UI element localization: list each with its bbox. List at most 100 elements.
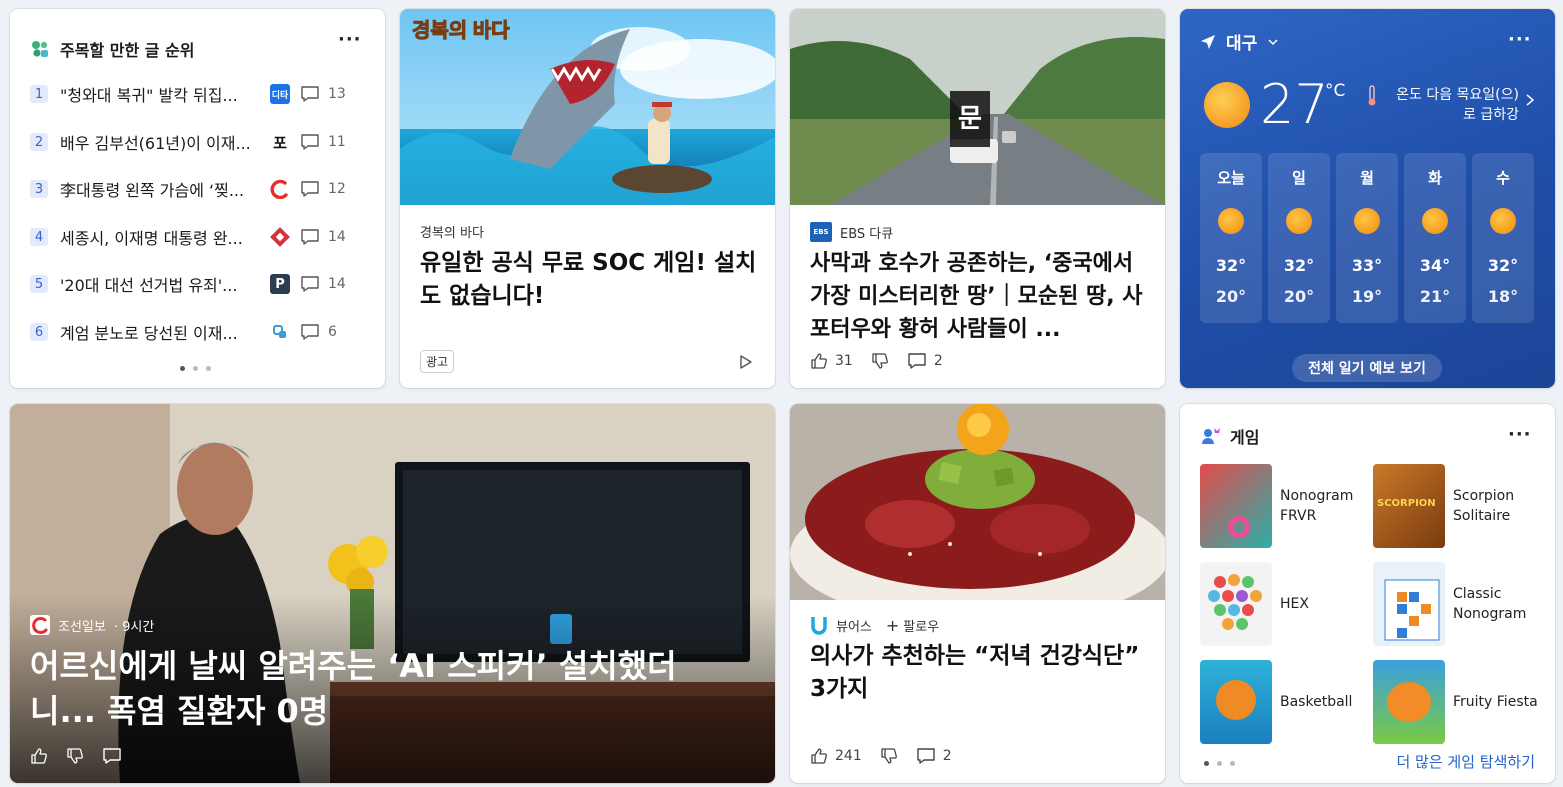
- thumbs-down-icon: [881, 748, 897, 764]
- game-tile[interactable]: Basketball: [1200, 660, 1370, 744]
- game-thumbnail: [1373, 562, 1445, 646]
- trending-item-text[interactable]: "청와대 복귀" 발칵 뒤집...: [60, 82, 258, 106]
- comment-count: 2: [933, 353, 943, 369]
- game-tile[interactable]: SCORPION Scorpion Solitaire: [1373, 464, 1543, 548]
- comment-button[interactable]: 2: [907, 352, 943, 370]
- game-tile[interactable]: HEX: [1200, 562, 1370, 646]
- rank-number: 1: [30, 85, 48, 103]
- comment-count[interactable]: 6: [300, 323, 337, 341]
- trending-menu-button[interactable]: ···: [338, 29, 362, 50]
- source-logo-icon: 디타: [270, 84, 290, 104]
- games-title: 게임: [1230, 428, 1260, 447]
- follow-label: 팔로우: [903, 619, 940, 635]
- comment-icon: [301, 276, 319, 292]
- ad-image-title: 경복의 바다: [412, 19, 510, 42]
- location-arrow-icon: [1201, 34, 1215, 49]
- follow-button[interactable]: + 팔로우: [886, 616, 939, 635]
- game-ad-image[interactable]: 경복의 바다: [400, 9, 775, 205]
- food-source-name: 뷰어스: [836, 619, 872, 635]
- forecast-day[interactable]: 화 34° 21°: [1404, 153, 1466, 323]
- food-headline[interactable]: 의사가 추천하는 “저녁 건강식단” 3가지: [810, 640, 1150, 706]
- food-source[interactable]: 뷰어스 + 팔로우: [810, 615, 939, 635]
- rank-number: 6: [30, 323, 48, 341]
- comment-count-value: 6: [328, 324, 337, 340]
- forecast-high: 33°: [1351, 256, 1383, 275]
- ebs-source[interactable]: EBS EBS 다큐: [810, 222, 893, 242]
- trending-item-text[interactable]: 李대통령 왼쪽 가슴에 ‘찢...: [60, 177, 258, 201]
- rank-number: 5: [30, 275, 48, 293]
- forecast-day[interactable]: 일 32° 20°: [1268, 153, 1330, 323]
- games-icon: [1202, 428, 1220, 444]
- big-article-source[interactable]: 조선일보 · 9시간: [30, 615, 154, 635]
- trending-pager[interactable]: [180, 366, 211, 371]
- like-button[interactable]: 31: [810, 352, 853, 370]
- thumbs-up-icon: [811, 748, 827, 764]
- comment-icon: [908, 353, 926, 369]
- road-image[interactable]: 문: [790, 9, 1165, 205]
- ebs-article-card[interactable]: 문 EBS EBS 다큐 사막과 호수가 공존하는, ‘중국에서 가장 미스터리…: [790, 9, 1165, 388]
- trending-item[interactable]: 1 "청와대 복귀" 발칵 뒤집... 디타 13: [30, 80, 365, 108]
- ad-play-icon[interactable]: [738, 354, 754, 370]
- comment-icon: [917, 748, 935, 764]
- food-reactions: 241 2: [810, 747, 952, 765]
- ebs-headline[interactable]: 사막과 호수가 공존하는, ‘중국에서 가장 미스터리한 땅’｜모순된 땅, 사…: [810, 247, 1150, 346]
- weather-menu-button[interactable]: ···: [1508, 29, 1532, 50]
- game-tile[interactable]: Nonogram FRVR: [1200, 464, 1370, 548]
- forecast-day[interactable]: 오늘 32° 20°: [1200, 153, 1262, 323]
- forecast-day-label: 일: [1292, 169, 1306, 187]
- games-card: 게임 ··· Nonogram FRVR SCORPION Scorpion S…: [1180, 404, 1555, 783]
- big-article-source-name: 조선일보: [58, 619, 106, 635]
- sun-icon: [1218, 208, 1244, 234]
- trending-item-text[interactable]: 세종시, 이재명 대통령 완...: [60, 225, 258, 249]
- games-pager[interactable]: [1204, 761, 1235, 766]
- dislike-button[interactable]: [880, 747, 898, 765]
- ad-card[interactable]: 경복의 바다 경복의 바다 유일한 공식 무료 SOC 게임! 설치도 없습니다…: [400, 9, 775, 388]
- comment-button[interactable]: [102, 747, 122, 765]
- forecast-day[interactable]: 월 33° 19°: [1336, 153, 1398, 323]
- full-forecast-button[interactable]: 전체 일기 예보 보기: [1292, 354, 1442, 382]
- trending-item[interactable]: 6 계엄 분노로 당선된 이재... 6: [30, 318, 365, 346]
- comment-button[interactable]: 2: [916, 747, 952, 765]
- big-article-headline[interactable]: 어르신에게 날씨 알려주는 ‘AI 스피커’ 설치했더니... 폭염 질환자 0…: [30, 644, 735, 734]
- game-tile[interactable]: Classic Nonogram: [1373, 562, 1543, 646]
- more-games-link[interactable]: 더 많은 게임 탐색하기: [1396, 751, 1535, 772]
- sun-icon: [1286, 208, 1312, 234]
- thermometer-icon: [1368, 85, 1376, 106]
- trending-item[interactable]: 5 '20대 대선 선거법 유죄'... P 14: [30, 270, 365, 298]
- trending-item-text[interactable]: 배우 김부선(61년)이 이재...: [60, 130, 258, 154]
- forecast-day[interactable]: 수 32° 18°: [1472, 153, 1534, 323]
- weather-alert-text: 온도 다음 목요일(으)로 급하강: [1396, 87, 1519, 123]
- ad-headline[interactable]: 유일한 공식 무료 SOC 게임! 설치도 없습니다!: [420, 247, 758, 313]
- comment-count[interactable]: 12: [300, 180, 346, 198]
- weather-alert[interactable]: 온도 다음 목요일(으)로 급하강: [1366, 85, 1535, 125]
- location-name: 대구: [1226, 34, 1258, 54]
- big-article-card[interactable]: 조선일보 · 9시간 어르신에게 날씨 알려주는 ‘AI 스피커’ 설치했더니.…: [10, 404, 775, 783]
- rank-number: 4: [30, 228, 48, 246]
- trending-item[interactable]: 4 세종시, 이재명 대통령 완... 14: [30, 223, 365, 251]
- game-thumbnail: [1200, 464, 1272, 548]
- games-menu-button[interactable]: ···: [1508, 424, 1532, 445]
- source-logo-icon: 포: [270, 132, 290, 152]
- game-tile[interactable]: Fruity Fiesta: [1373, 660, 1543, 744]
- comment-count[interactable]: 14: [300, 228, 346, 246]
- like-button[interactable]: 241: [810, 747, 862, 765]
- rank-number: 2: [30, 133, 48, 151]
- food-image[interactable]: [790, 404, 1165, 624]
- trending-item-text[interactable]: 계엄 분노로 당선된 이재...: [60, 320, 258, 344]
- location-selector[interactable]: 대구: [1200, 29, 1279, 54]
- food-article-card[interactable]: 뷰어스 + 팔로우 의사가 추천하는 “저녁 건강식단” 3가지 241 2: [790, 404, 1165, 783]
- comment-count[interactable]: 14: [300, 275, 346, 293]
- dislike-button[interactable]: [66, 747, 84, 765]
- trending-item-text[interactable]: '20대 대선 선거법 유죄'...: [60, 272, 258, 296]
- forecast-high: 34°: [1419, 256, 1451, 275]
- svg-text:문: 문: [958, 104, 982, 134]
- comment-count[interactable]: 13: [300, 85, 346, 103]
- trending-item[interactable]: 2 배우 김부선(61년)이 이재... 포 11: [30, 128, 365, 156]
- comment-count[interactable]: 11: [300, 133, 346, 151]
- dislike-button[interactable]: [871, 352, 889, 370]
- trending-item[interactable]: 3 李대통령 왼쪽 가슴에 ‘찢... 12: [30, 175, 365, 203]
- like-button[interactable]: [30, 747, 48, 765]
- forecast-low: 19°: [1351, 287, 1383, 306]
- chevron-right-icon: [1526, 94, 1535, 106]
- trending-title: 주목할 만한 글 순위: [60, 41, 195, 60]
